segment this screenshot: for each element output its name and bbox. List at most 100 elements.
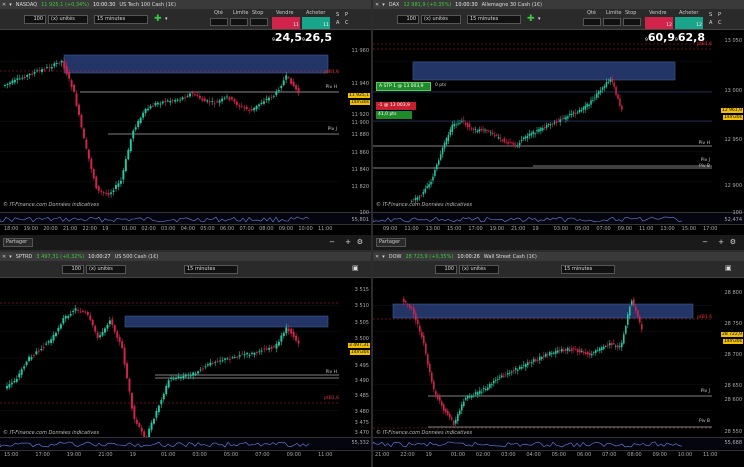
quantity-input[interactable]: 100 (62, 265, 84, 274)
sptrd-ticker[interactable]: SPTRD (16, 254, 33, 260)
candle-body (194, 373, 197, 375)
sptrd-candles[interactable] (0, 279, 339, 440)
buy-button[interactable]: 12 962,8 (675, 17, 705, 44)
nasdaq-price-chart[interactable]: Piv H Piv J ptB1,6 (0, 31, 339, 212)
candle-body (583, 352, 585, 354)
share-button[interactable]: Partager (3, 238, 33, 247)
units-select[interactable]: (x) unités (48, 15, 88, 24)
stop-order-tag[interactable]: A STP 1 @ 13 003,9 (376, 82, 431, 91)
position-tag[interactable]: -1 @ 13 003,9 (376, 102, 416, 110)
units-select[interactable]: (x) unités (421, 15, 461, 24)
side-toggle-s[interactable]: S (709, 12, 712, 18)
candle-body (588, 104, 590, 107)
sell-button[interactable]: 12 960,9 (645, 17, 675, 44)
indicator-line (373, 216, 683, 223)
settings-icon[interactable]: ⚙ (357, 238, 363, 246)
nasdaq-price-axis[interactable]: 11 960 11 940 11 920 11 900 11 880 11 86… (339, 31, 371, 212)
dow-time: 10:00:26 (457, 253, 480, 260)
cross-icon[interactable]: ✚ (527, 14, 535, 24)
timeframe-select[interactable]: 15 minutes (561, 265, 615, 274)
zoom-in-icon[interactable]: + (718, 238, 724, 246)
side-toggle-a[interactable]: A (709, 20, 712, 26)
dropdown-icon[interactable]: ▾ (9, 2, 12, 8)
candle-body (216, 101, 219, 103)
time-tick-label: 22:00 (400, 452, 415, 458)
candle-body (545, 353, 547, 357)
time-tick-label: 07:00 (596, 226, 611, 232)
side-toggle-s[interactable]: S (336, 12, 339, 18)
limit-input[interactable] (603, 18, 621, 26)
buy-button[interactable]: 11 926,5 (302, 17, 332, 44)
dax-ticker[interactable]: DAX (389, 2, 400, 8)
indicator-line (0, 441, 310, 448)
limit-input[interactable] (230, 18, 248, 26)
dropdown-icon[interactable]: ▾ (538, 16, 541, 22)
candle-body (270, 97, 273, 98)
candle-body (495, 135, 498, 136)
close-icon[interactable]: ✕ (375, 254, 379, 260)
dropdown-icon[interactable]: ▾ (9, 254, 12, 260)
candle-body (480, 128, 482, 131)
share-button[interactable]: Partager (376, 238, 406, 247)
dropdown-icon[interactable]: ▾ (165, 16, 168, 22)
nasdaq-candles[interactable] (0, 31, 339, 212)
order-qty-input[interactable] (583, 18, 601, 26)
close-icon[interactable]: ✕ (375, 2, 379, 8)
candle-body (567, 116, 569, 119)
time-tick-label: 04:00 (180, 226, 196, 232)
dax-price-axis[interactable]: 13 050 13 000 12 950 12 900 12 961,9 14m… (712, 31, 744, 212)
zoom-out-icon[interactable]: − (702, 238, 708, 246)
dow-time-axis[interactable]: 21:00 22:00 19 01:00 02:00 03:00 04:00 05:00 06:… (373, 450, 744, 467)
candle-body (549, 352, 551, 356)
image-icon[interactable]: ▣ (725, 264, 732, 272)
dax-time-axis[interactable]: 09:00 11:00 13:00 15:00 17:00 19:00 21:00 19 03:… (373, 224, 744, 234)
time-tick-label: 21:00 (511, 226, 526, 232)
order-qty-input[interactable] (210, 18, 228, 26)
side-toggle-p[interactable]: P (718, 12, 721, 18)
side-toggle-c[interactable]: C (345, 20, 349, 26)
candle-body (490, 132, 492, 134)
image-icon[interactable]: ▣ (352, 264, 359, 272)
stop-input[interactable] (623, 18, 641, 26)
dax-candles[interactable] (373, 31, 712, 212)
nasdaq-ticker[interactable]: NASDAQ (16, 2, 37, 8)
side-toggle-p[interactable]: P (345, 12, 348, 18)
stop-input[interactable] (250, 18, 268, 26)
timeframe-select[interactable]: 15 minutes (94, 15, 148, 24)
dropdown-icon[interactable]: ▾ (382, 254, 385, 260)
candle-body (224, 358, 227, 360)
units-select[interactable]: (x) unités (86, 265, 126, 274)
dow-candles[interactable] (373, 279, 712, 437)
settings-icon[interactable]: ⚙ (730, 238, 736, 246)
dax-price-chart[interactable]: A STP 1 @ 13 003,9 0 pts -1 @ 13 003,9 4… (373, 31, 712, 212)
dow-price-chart[interactable]: Piv J Piv B ptB1,6 (373, 279, 712, 437)
quantity-input[interactable]: 100 (24, 15, 46, 24)
nasdaq-time-axis[interactable]: 18:00 19:00 20:00 21:00 22:00 19 01:00 02:00 03:… (0, 224, 371, 234)
candle-body (101, 332, 104, 336)
sell-button[interactable]: 11 924,5 (272, 17, 302, 44)
timeframe-select[interactable]: 15 minutes (467, 15, 521, 24)
side-toggle-c[interactable]: C (718, 20, 722, 26)
sptrd-time-axis[interactable]: 15:00 17:00 19:00 21:00 19 01:00 03:00 05:00 07:… (0, 450, 371, 467)
zoom-out-icon[interactable]: − (329, 238, 335, 246)
sptrd-price-chart[interactable]: Piv H ptB1,6 (0, 279, 339, 440)
close-icon[interactable]: ✕ (2, 2, 6, 8)
qty-label: Qté (587, 10, 596, 16)
quantity-input[interactable]: 100 (397, 15, 419, 24)
quantity-input[interactable]: 100 (435, 265, 457, 274)
timeframe-select[interactable]: 15 minutes (184, 265, 238, 274)
candle-body (176, 99, 179, 101)
units-select[interactable]: (x) unités (459, 265, 499, 274)
candle-body (167, 380, 170, 388)
dropdown-icon[interactable]: ▾ (382, 2, 385, 8)
side-toggle-a[interactable]: A (336, 20, 339, 26)
cross-icon[interactable]: ✚ (154, 14, 162, 24)
candle-body (599, 348, 601, 351)
close-icon[interactable]: ✕ (2, 254, 6, 260)
dax-price: 12 981,9 (+0,35%) (403, 1, 452, 8)
dow-price-axis[interactable]: 28 800 28 750 28 700 28 650 28 600 28 55… (712, 279, 744, 437)
zoom-in-icon[interactable]: + (345, 238, 351, 246)
sptrd-price-axis[interactable]: 3 515 3 510 3 505 3 500 3 495 3 490 3 48… (339, 279, 371, 437)
dow-ticker[interactable]: DOW (389, 254, 402, 260)
candle-body (576, 112, 579, 114)
